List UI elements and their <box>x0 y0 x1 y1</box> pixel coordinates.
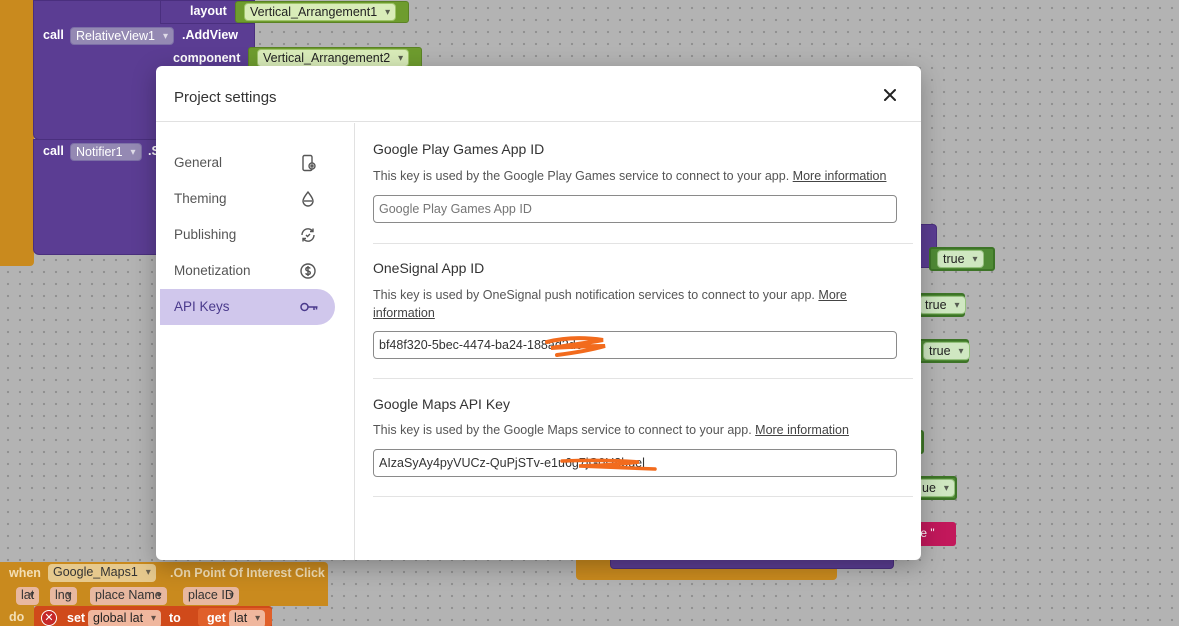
sidebar-item-monetization[interactable]: Monetization <box>160 253 335 289</box>
set-variable-dropdown[interactable]: global lat <box>88 610 162 626</box>
param-lat[interactable]: lat <box>16 587 40 605</box>
param-place-id[interactable]: place ID <box>183 587 239 605</box>
notifier-dropdown[interactable]: Notifier1 <box>70 143 142 161</box>
component-label: component <box>173 51 241 65</box>
error-icon[interactable]: ✕ <box>41 610 57 626</box>
sidebar-item-publishing[interactable]: Publishing <box>160 217 335 253</box>
relativeview-dropdown[interactable]: RelativeView1 <box>70 27 174 45</box>
sidebar-item-theming[interactable]: Theming <box>160 181 335 217</box>
set-label: set <box>67 611 86 625</box>
sidebar-item-label: Theming <box>174 191 227 206</box>
call-label-2: call <box>43 144 64 158</box>
google-play-games-section: Google Play Games App ID This key is use… <box>373 123 913 244</box>
layout-label: layout <box>190 4 227 18</box>
more-information-link[interactable]: More information <box>755 423 849 437</box>
addview-method: .AddView <box>182 28 239 42</box>
dollar-icon <box>299 262 317 280</box>
sidebar-item-api-keys[interactable]: API Keys <box>160 289 335 325</box>
when-label: when <box>9 566 41 580</box>
settings-sidebar: General Theming Publishing Monetization … <box>156 123 355 560</box>
sidebar-item-label: Publishing <box>174 227 237 242</box>
get-label: get <box>207 611 226 625</box>
sidebar-item-label: API Keys <box>174 299 230 314</box>
api-keys-content: Google Play Games App ID This key is use… <box>373 123 913 560</box>
onesignal-section: OneSignal App ID This key is used by One… <box>373 244 913 379</box>
section-title: Google Play Games App ID <box>373 141 545 157</box>
component-dropdown[interactable]: Vertical_Arrangement2 <box>257 49 410 67</box>
section-description: This key is used by the Google Play Game… <box>373 169 887 183</box>
droplet-icon <box>299 190 317 208</box>
section-title: Google Maps API Key <box>373 396 510 412</box>
google-maps-api-key-input[interactable] <box>373 449 897 477</box>
do-label: do <box>9 610 25 624</box>
sidebar-item-general[interactable]: General <box>160 145 335 181</box>
param-lng[interactable]: lng <box>50 587 77 605</box>
param-place-name[interactable]: place Name <box>90 587 167 605</box>
layout-component-dropdown[interactable]: Vertical_Arrangement1 <box>244 3 397 21</box>
project-settings-dialog: Project settings General Theming Publish… <box>156 66 921 560</box>
google-play-games-app-id-input[interactable] <box>373 195 897 223</box>
close-icon[interactable] <box>881 86 899 104</box>
event-block-left-edge[interactable] <box>0 0 34 266</box>
section-description: This key is used by the Google Maps serv… <box>373 423 849 437</box>
device-settings-icon <box>299 154 317 172</box>
publish-sync-icon <box>299 226 317 244</box>
google-maps-section: Google Maps API Key This key is used by … <box>373 379 913 497</box>
onesignal-app-id-input[interactable] <box>373 331 897 359</box>
more-information-link[interactable]: More information <box>793 169 887 183</box>
to-label: to <box>169 611 181 625</box>
section-title: OneSignal App ID <box>373 260 485 276</box>
true-block-3[interactable]: true <box>913 339 970 363</box>
section-description: This key is used by OneSignal push notif… <box>373 288 847 320</box>
maps-component-dropdown[interactable]: Google_Maps1 <box>48 564 156 582</box>
dialog-title: Project settings <box>174 89 277 106</box>
sidebar-item-label: General <box>174 155 223 170</box>
true-block-1[interactable]: true <box>929 247 995 271</box>
get-variable-dropdown[interactable]: lat <box>229 610 266 626</box>
key-icon <box>299 298 318 316</box>
sidebar-item-label: Monetization <box>174 263 251 278</box>
call-label: call <box>43 28 64 42</box>
dialog-header: Project settings <box>156 66 921 122</box>
event-name: .On Point Of Interest Click <box>170 566 325 580</box>
